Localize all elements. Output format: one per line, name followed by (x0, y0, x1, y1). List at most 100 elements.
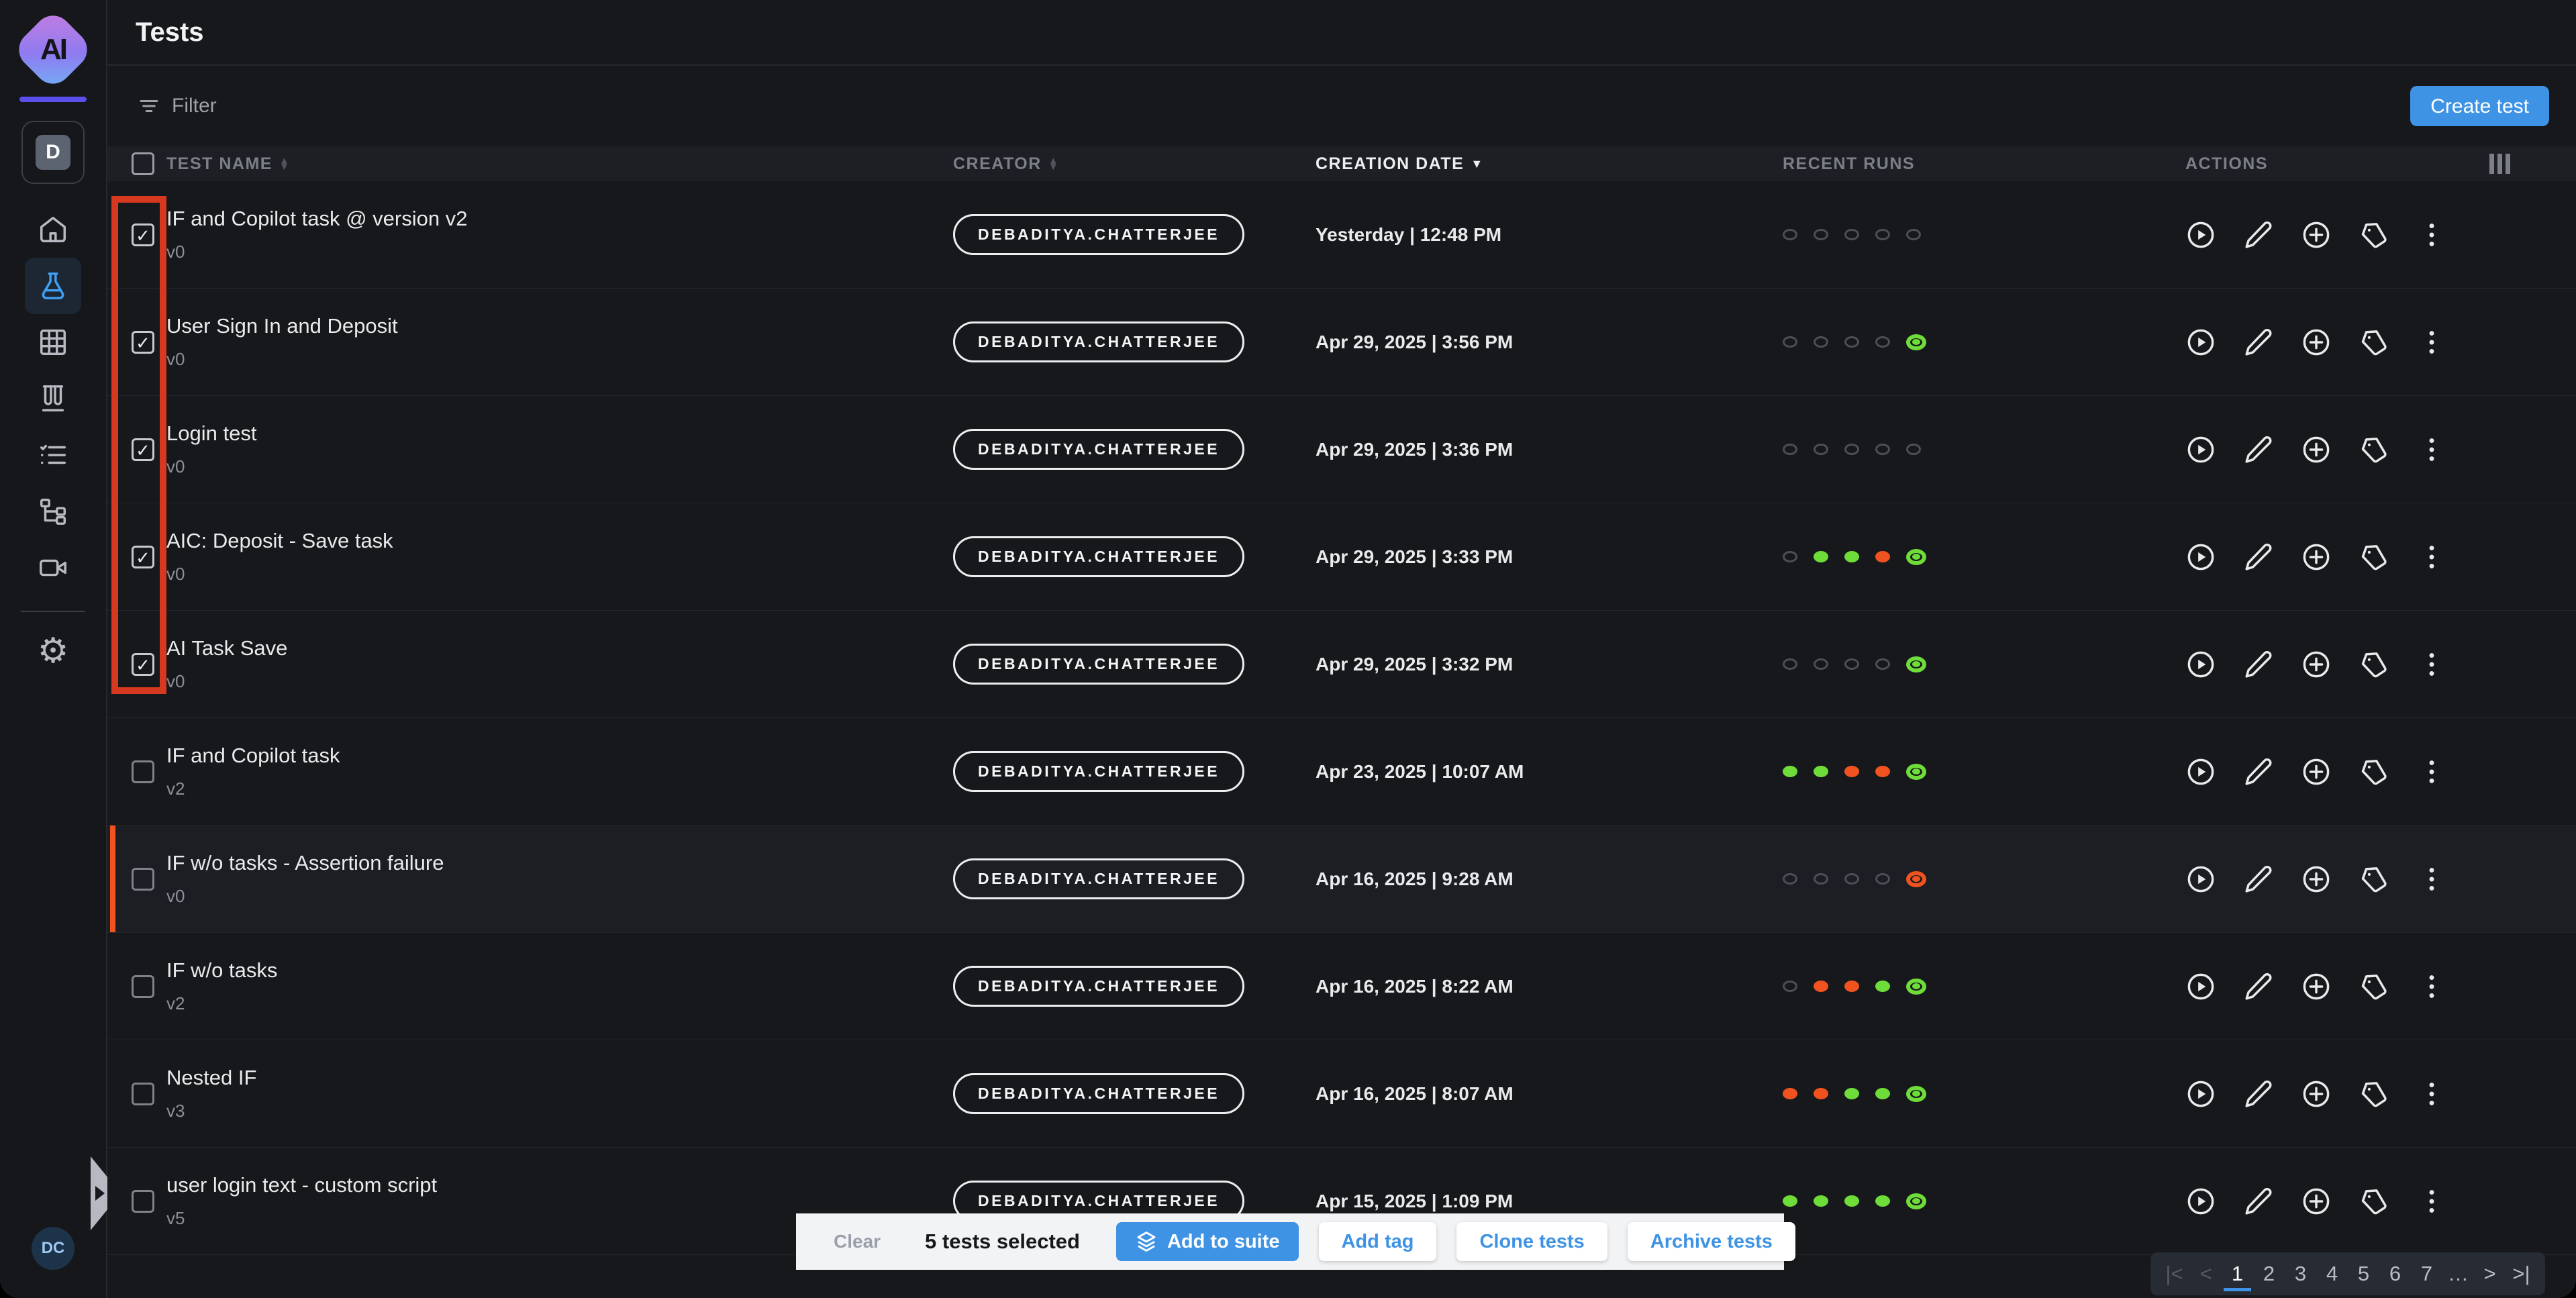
run-status-dot-fail[interactable] (1844, 766, 1859, 777)
tag-test-button[interactable] (2359, 434, 2389, 465)
page-button-7[interactable]: 7 (2411, 1252, 2442, 1295)
add-to-suite-row-button[interactable] (2301, 434, 2332, 465)
run-status-dot-none[interactable] (1875, 658, 1890, 670)
more-options-button[interactable] (2416, 1186, 2447, 1217)
row-checkbox[interactable]: ✓ (132, 653, 154, 676)
more-options-button[interactable] (2416, 1079, 2447, 1109)
page-button-4[interactable]: 4 (2316, 1252, 2348, 1295)
tag-test-button[interactable] (2359, 864, 2389, 895)
run-status-dot-none[interactable] (1814, 336, 1828, 348)
edit-test-button[interactable] (2243, 219, 2274, 250)
run-status-dot-fail[interactable] (1814, 981, 1828, 992)
column-test-name[interactable]: TEST NAME (166, 154, 273, 174)
create-test-button[interactable]: Create test (2410, 86, 2549, 126)
run-test-button[interactable] (2185, 219, 2216, 250)
tag-test-button[interactable] (2359, 971, 2389, 1002)
add-to-suite-row-button[interactable] (2301, 327, 2332, 358)
run-test-button[interactable] (2185, 1079, 2216, 1109)
run-status-dot-fail[interactable] (1875, 766, 1890, 777)
run-status-dot-none[interactable] (1814, 444, 1828, 455)
run-test-button[interactable] (2185, 756, 2216, 787)
test-name[interactable]: user login text - custom script (166, 1173, 953, 1197)
sidebar-item-test-tubes[interactable] (25, 370, 81, 427)
workspace-switcher[interactable]: D (21, 121, 85, 184)
run-status-dot-pass[interactable] (1783, 1195, 1797, 1207)
run-status-dot-none[interactable] (1783, 336, 1797, 348)
test-name[interactable]: Login test (166, 421, 953, 446)
run-test-button[interactable] (2185, 649, 2216, 680)
run-status-dot-none[interactable] (1844, 444, 1859, 455)
column-settings-icon[interactable] (2470, 154, 2510, 174)
run-status-dot-none[interactable] (1783, 229, 1797, 240)
sort-desc-icon[interactable]: ▼ (1471, 157, 1483, 171)
clone-tests-button[interactable]: Clone tests (1456, 1222, 1607, 1261)
test-name[interactable]: IF and Copilot task @ version v2 (166, 207, 953, 231)
last-page-button[interactable]: >| (2506, 1252, 2537, 1295)
more-options-button[interactable] (2416, 756, 2447, 787)
run-status-dot-none[interactable] (1814, 229, 1828, 240)
edit-test-button[interactable] (2243, 434, 2274, 465)
run-test-button[interactable] (2185, 971, 2216, 1002)
run-status-dot-pass[interactable] (1875, 1088, 1890, 1099)
sidebar-item-checklist[interactable] (25, 427, 81, 483)
run-status-dot-none[interactable] (1783, 873, 1797, 885)
run-status-dot-none[interactable] (1783, 658, 1797, 670)
run-status-dot-pass[interactable] (1814, 551, 1828, 562)
run-status-dot-latest-fail[interactable] (1906, 871, 1926, 887)
more-options-button[interactable] (2416, 649, 2447, 680)
add-to-suite-row-button[interactable] (2301, 1186, 2332, 1217)
clear-selection-button[interactable]: Clear (834, 1231, 881, 1252)
run-status-dot-pass[interactable] (1844, 1088, 1859, 1099)
tag-test-button[interactable] (2359, 327, 2389, 358)
run-status-dot-latest-pass[interactable] (1906, 656, 1926, 672)
sidebar-item-recordings[interactable] (25, 540, 81, 596)
run-status-dot-none[interactable] (1783, 551, 1797, 562)
sidebar-item-tests[interactable] (25, 258, 81, 314)
more-options-button[interactable] (2416, 542, 2447, 572)
column-creator[interactable]: CREATOR (953, 154, 1042, 174)
sort-icon[interactable]: ▲▼ (1048, 158, 1059, 170)
test-name[interactable]: IF w/o tasks - Assertion failure (166, 851, 953, 875)
select-all-checkbox[interactable] (132, 152, 154, 175)
run-status-dot-latest-pass[interactable] (1906, 1193, 1926, 1209)
row-checkbox[interactable]: ✓ (132, 546, 154, 568)
run-test-button[interactable] (2185, 1186, 2216, 1217)
row-checkbox[interactable] (132, 1083, 154, 1105)
next-page-button[interactable]: > (2474, 1252, 2506, 1295)
more-options-button[interactable] (2416, 864, 2447, 895)
page-button-3[interactable]: 3 (2285, 1252, 2316, 1295)
run-status-dot-none[interactable] (1875, 444, 1890, 455)
run-status-dot-none[interactable] (1844, 658, 1859, 670)
add-to-suite-button[interactable]: Add to suite (1116, 1222, 1299, 1261)
run-status-dot-latest-pass[interactable] (1906, 764, 1926, 780)
test-name[interactable]: Nested IF (166, 1066, 953, 1090)
run-status-dot-none[interactable] (1906, 444, 1921, 455)
tag-test-button[interactable] (2359, 219, 2389, 250)
run-status-dot-none[interactable] (1875, 336, 1890, 348)
run-status-dot-none[interactable] (1875, 873, 1890, 885)
run-status-dot-pass[interactable] (1844, 551, 1859, 562)
run-status-dot-pass[interactable] (1875, 981, 1890, 992)
sidebar-item-data-table[interactable] (25, 314, 81, 370)
archive-tests-button[interactable]: Archive tests (1628, 1222, 1795, 1261)
run-test-button[interactable] (2185, 542, 2216, 572)
tag-test-button[interactable] (2359, 1079, 2389, 1109)
run-status-dot-latest-pass[interactable] (1906, 549, 1926, 565)
test-name[interactable]: AI Task Save (166, 636, 953, 660)
add-to-suite-row-button[interactable] (2301, 971, 2332, 1002)
add-to-suite-row-button[interactable] (2301, 864, 2332, 895)
run-status-dot-none[interactable] (1844, 229, 1859, 240)
run-test-button[interactable] (2185, 434, 2216, 465)
test-name[interactable]: IF and Copilot task (166, 744, 953, 768)
page-button-6[interactable]: 6 (2379, 1252, 2411, 1295)
run-status-dot-pass[interactable] (1875, 1195, 1890, 1207)
run-test-button[interactable] (2185, 327, 2216, 358)
add-to-suite-row-button[interactable] (2301, 542, 2332, 572)
tag-test-button[interactable] (2359, 649, 2389, 680)
first-page-button[interactable]: |< (2159, 1252, 2190, 1295)
run-status-dot-none[interactable] (1875, 229, 1890, 240)
run-status-dot-pass[interactable] (1783, 766, 1797, 777)
row-checkbox[interactable]: ✓ (132, 331, 154, 354)
run-test-button[interactable] (2185, 864, 2216, 895)
column-creation-date[interactable]: CREATION DATE (1316, 154, 1464, 174)
